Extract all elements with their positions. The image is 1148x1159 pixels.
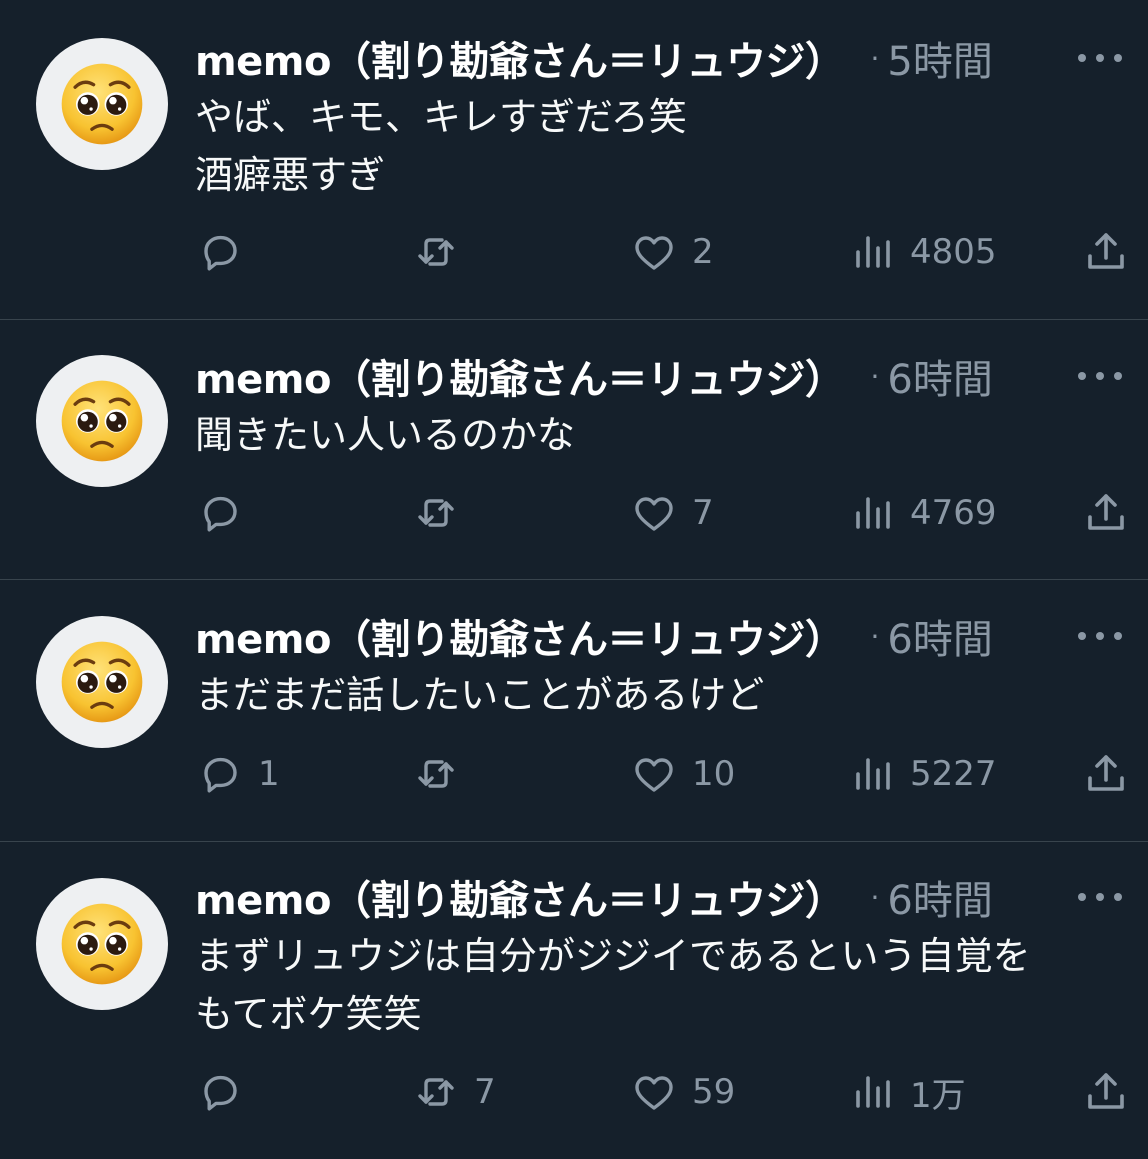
timestamp[interactable]: 6時間 <box>887 347 992 405</box>
view-count: 1万 <box>910 1075 966 1116</box>
tweet-text-line: 酒癖悪すぎ <box>195 153 386 197</box>
separator: · <box>870 880 880 914</box>
avatar[interactable] <box>36 355 168 487</box>
action-bar: 1 10 5227 <box>0 744 1148 804</box>
tweet[interactable]: memo（割り勘爺さん＝リュウジ） · 6時間 まだまだ話したいことがあるけど … <box>0 580 1148 842</box>
views-button[interactable]: 4805 <box>848 222 997 282</box>
tweet-header: memo（割り勘爺さん＝リュウジ） · 5時間 <box>195 30 993 86</box>
timestamp[interactable]: 6時間 <box>887 607 992 665</box>
share-icon <box>1088 494 1124 530</box>
tweet[interactable]: memo（割り勘爺さん＝リュウジ） · 6時間 まずリュウジは自分がジジイである… <box>0 842 1148 1159</box>
tweet[interactable]: memo（割り勘爺さん＝リュウジ） · 6時間 聞きたい人いるのかな 7 476… <box>0 320 1148 580</box>
like-count: 59 <box>692 1072 736 1112</box>
heart-icon <box>635 758 673 792</box>
more-options-button[interactable] <box>1078 366 1122 386</box>
tweet[interactable]: memo（割り勘爺さん＝リュウジ） · 5時間 やば、キモ、キレすぎだろ笑 酒癖… <box>0 0 1148 320</box>
tweet-header: memo（割り勘爺さん＝リュウジ） · 6時間 <box>195 869 993 925</box>
views-chart-icon <box>856 1076 890 1108</box>
reply-button[interactable] <box>196 483 258 543</box>
tweet-text-line: 聞きたい人いるのかな <box>195 413 576 457</box>
retweet-icon <box>418 238 454 266</box>
like-button[interactable]: 59 <box>630 1062 735 1122</box>
pleading-face-icon <box>61 641 143 723</box>
timeline: memo（割り勘爺さん＝リュウジ） · 5時間 やば、キモ、キレすぎだろ笑 酒癖… <box>0 0 1148 1159</box>
views-button[interactable]: 4769 <box>848 483 997 543</box>
views-chart-icon <box>856 497 890 529</box>
views-chart-icon <box>856 236 890 268</box>
reply-icon <box>204 1075 237 1111</box>
share-button[interactable] <box>1082 744 1130 804</box>
pleading-face-icon <box>61 63 143 145</box>
display-name[interactable]: memo（割り勘爺さん＝リュウジ） <box>195 29 845 87</box>
more-options-button[interactable] <box>1078 626 1122 646</box>
timestamp[interactable]: 5時間 <box>887 29 992 87</box>
like-button[interactable]: 10 <box>630 744 735 804</box>
heart-icon <box>635 497 673 531</box>
views-button[interactable]: 1万 <box>848 1062 966 1122</box>
share-icon <box>1088 1073 1124 1109</box>
tweet-text: まずリュウジは自分がジジイであるという自覚を もてボケ笑笑 <box>195 927 1118 1043</box>
tweet-text: 聞きたい人いるのかな <box>195 406 1118 464</box>
reply-button[interactable]: 1 <box>196 744 280 804</box>
share-button[interactable] <box>1082 483 1130 543</box>
separator: · <box>870 619 880 653</box>
tweet-header: memo（割り勘爺さん＝リュウジ） · 6時間 <box>195 608 993 664</box>
share-button[interactable] <box>1082 222 1130 282</box>
share-icon <box>1088 233 1124 269</box>
retweet-button[interactable]: 7 <box>412 1062 496 1122</box>
tweet-text-line: まずリュウジは自分がジジイであるという自覚を <box>195 934 1031 978</box>
retweet-button[interactable] <box>412 222 474 282</box>
reply-icon <box>204 496 237 532</box>
reply-button[interactable] <box>196 222 258 282</box>
tweet-header: memo（割り勘爺さん＝リュウジ） · 6時間 <box>195 348 993 404</box>
tweet-text-line: やば、キモ、キレすぎだろ笑 <box>195 95 687 139</box>
retweet-count: 7 <box>474 1072 496 1112</box>
views-button[interactable]: 5227 <box>848 744 997 804</box>
reply-button[interactable] <box>196 1062 258 1122</box>
separator: · <box>870 359 880 393</box>
retweet-icon <box>418 760 454 788</box>
avatar[interactable] <box>36 38 168 170</box>
avatar[interactable] <box>36 878 168 1010</box>
like-button[interactable]: 7 <box>630 483 714 543</box>
pleading-face-icon <box>61 380 143 462</box>
heart-icon <box>635 1076 673 1110</box>
view-count: 4805 <box>910 232 997 272</box>
pleading-face-icon <box>61 903 143 985</box>
retweet-icon <box>418 499 454 527</box>
tweet-text: まだまだ話したいことがあるけど <box>195 666 1118 724</box>
retweet-icon <box>418 1078 454 1106</box>
view-count: 4769 <box>910 493 997 533</box>
heart-icon <box>635 236 673 270</box>
tweet-text: やば、キモ、キレすぎだろ笑 酒癖悪すぎ <box>195 88 1118 204</box>
separator: · <box>870 41 880 75</box>
action-bar: 2 4805 <box>0 222 1148 282</box>
retweet-button[interactable] <box>412 483 474 543</box>
more-options-button[interactable] <box>1078 48 1122 68</box>
reply-icon <box>204 757 237 793</box>
like-count: 2 <box>692 232 714 272</box>
display-name[interactable]: memo（割り勘爺さん＝リュウジ） <box>195 868 845 926</box>
display-name[interactable]: memo（割り勘爺さん＝リュウジ） <box>195 347 845 405</box>
like-count: 10 <box>692 754 736 794</box>
action-bar: 7 59 1万 <box>0 1062 1148 1122</box>
like-count: 7 <box>692 493 714 533</box>
reply-icon <box>204 235 237 271</box>
reply-count: 1 <box>258 754 280 794</box>
like-button[interactable]: 2 <box>630 222 714 282</box>
share-icon <box>1088 755 1124 791</box>
action-bar: 7 4769 <box>0 483 1148 543</box>
share-button[interactable] <box>1082 1062 1130 1122</box>
more-options-button[interactable] <box>1078 887 1122 907</box>
tweet-text-line: もてボケ笑笑 <box>195 992 422 1036</box>
retweet-button[interactable] <box>412 744 474 804</box>
avatar[interactable] <box>36 616 168 748</box>
timestamp[interactable]: 6時間 <box>887 868 992 926</box>
tweet-text-line: まだまだ話したいことがあるけど <box>195 673 765 717</box>
view-count: 5227 <box>910 754 997 794</box>
display-name[interactable]: memo（割り勘爺さん＝リュウジ） <box>195 607 845 665</box>
views-chart-icon <box>856 758 890 790</box>
